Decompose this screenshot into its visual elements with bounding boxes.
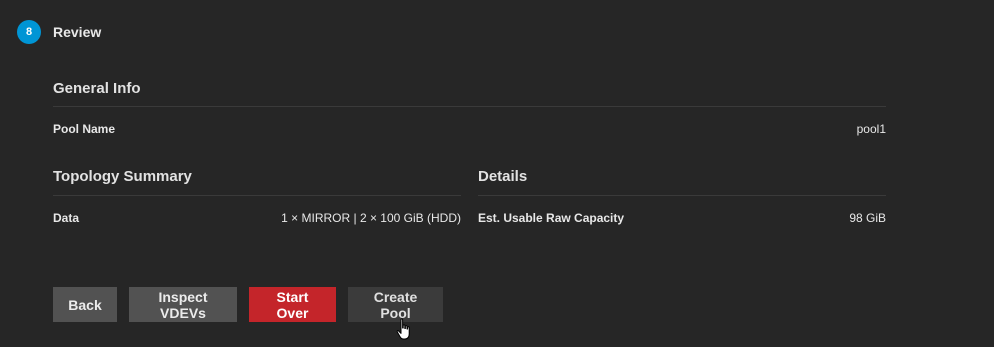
- pool-creation-review: 8 Review General Info Pool Name pool1 To…: [0, 0, 994, 347]
- step-number-badge: 8: [17, 20, 41, 44]
- data-label: Data: [53, 211, 80, 225]
- data-topology-value: 1 × MIRROR | 2 × 100 GiB (HDD): [281, 211, 461, 225]
- inspect-vdevs-button[interactable]: Inspect VDEVs: [129, 287, 237, 322]
- details-heading: Details: [478, 168, 528, 185]
- hand-cursor-icon: [396, 318, 410, 340]
- create-pool-button[interactable]: Create Pool: [348, 287, 443, 322]
- details-divider: [478, 195, 886, 196]
- capacity-value: 98 GiB: [849, 211, 886, 225]
- step-number: 8: [25, 26, 33, 38]
- topology-summary-divider: [53, 195, 461, 196]
- back-button[interactable]: Back: [53, 287, 117, 322]
- pool-name-label: Pool Name: [53, 122, 116, 136]
- general-info-heading: General Info: [53, 80, 141, 97]
- capacity-label: Est. Usable Raw Capacity: [478, 211, 625, 225]
- step-title: Review: [53, 24, 102, 40]
- general-info-divider: [53, 106, 886, 107]
- pool-name-value: pool1: [856, 122, 886, 136]
- topology-summary-heading: Topology Summary: [53, 168, 192, 185]
- start-over-button[interactable]: Start Over: [249, 287, 336, 322]
